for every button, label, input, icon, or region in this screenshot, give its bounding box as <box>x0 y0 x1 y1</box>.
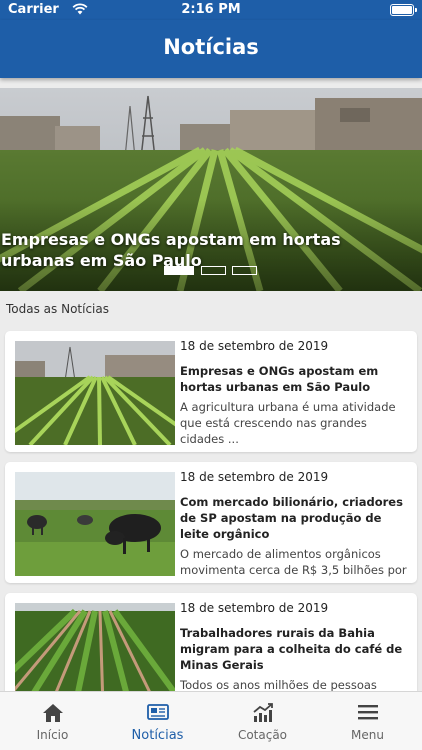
battery-icon <box>390 4 417 16</box>
news-thumbnail <box>15 472 175 576</box>
news-card[interactable]: 18 de setembro de 2019 Com mercado bilio… <box>5 462 417 583</box>
status-bar: Carrier 2:16 PM <box>0 0 422 20</box>
news-summary: A agricultura urbana é uma atividade que… <box>180 400 396 446</box>
page-title: Notícias <box>163 35 259 59</box>
menu-icon <box>357 705 378 720</box>
hero-headline[interactable]: Empresas e ONGs apostam em hortas urbana… <box>1 229 411 271</box>
clock: 2:16 PM <box>181 2 241 17</box>
newspaper-icon <box>146 704 169 720</box>
app-header: Notícias <box>0 20 422 78</box>
section-title: Todas as Notícias <box>6 302 109 316</box>
tab-label: Início <box>36 728 69 742</box>
news-title: Trabalhadores rurais da Bahia migram par… <box>180 626 403 672</box>
tab-cotacao[interactable]: Cotação <box>210 692 315 750</box>
tab-bar: Início Notícias Cotação Menu <box>0 691 422 750</box>
carousel-dot-2[interactable] <box>201 266 226 275</box>
tab-menu[interactable]: Menu <box>315 692 420 750</box>
tab-noticias[interactable]: Notícias <box>105 692 210 750</box>
carousel-dot-1[interactable] <box>164 266 194 275</box>
news-title: Com mercado bilionário, criadores de SP … <box>180 495 403 541</box>
tab-label: Menu <box>351 728 384 742</box>
home-icon <box>42 704 63 722</box>
news-title: Empresas e ONGs apostam em hortas urbana… <box>180 364 379 394</box>
tab-label: Notícias <box>131 728 184 743</box>
featured-carousel[interactable]: Empresas e ONGs apostam em hortas urbana… <box>0 88 422 291</box>
news-date: 18 de setembro de 2019 <box>180 601 329 615</box>
news-date: 18 de setembro de 2019 <box>180 470 329 484</box>
news-thumbnail <box>15 341 175 445</box>
chart-icon <box>252 703 273 722</box>
carousel-dot-3[interactable] <box>232 266 257 275</box>
news-thumbnail <box>15 603 175 703</box>
tab-label: Cotação <box>237 728 288 742</box>
news-summary: O mercado de alimentos orgânicos movimen… <box>180 547 407 583</box>
news-card[interactable]: 18 de setembro de 2019 Trabalhadores rur… <box>5 593 417 703</box>
news-date: 18 de setembro de 2019 <box>180 339 329 353</box>
tab-inicio[interactable]: Início <box>0 692 105 750</box>
news-card[interactable]: 18 de setembro de 2019 Empresas e ONGs a… <box>5 331 417 452</box>
